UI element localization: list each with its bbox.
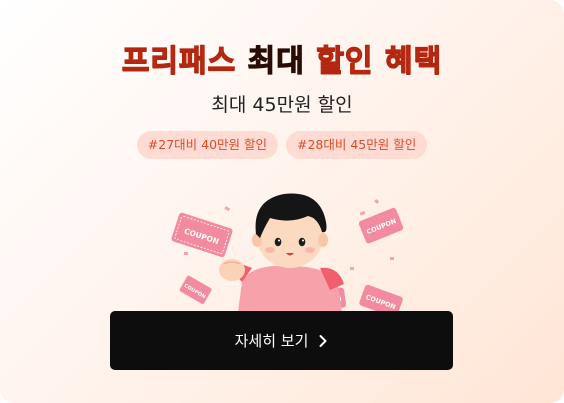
view-details-label: 자세히 보기 — [234, 332, 309, 350]
promo-card: 프리패스 최대 할인 혜택 최대 45만원 할인 #27대비 40만원 할인 #… — [0, 0, 564, 403]
headline-part-2: 최대 — [247, 43, 305, 79]
discount-chip-27: #27대비 40만원 할인 — [136, 131, 278, 159]
coupon-left-bottom: COUPON — [179, 275, 212, 304]
character-illustration: COUPON COUPON COUPON COUPON COUPON — [171, 193, 404, 312]
headline-part-4: 혜택 — [384, 43, 443, 79]
headline-part-1: 프리패스 — [121, 43, 237, 79]
promo-headline: 프리패스 최대 할인 혜택 — [0, 36, 564, 80]
chevron-right-icon — [318, 334, 328, 348]
character — [219, 193, 344, 312]
promo-subheadline: 최대 45만원 할인 — [211, 94, 353, 116]
headline-part-3: 할인 — [316, 43, 374, 79]
discount-chip-28: #28대비 45만원 할인 — [286, 131, 428, 159]
view-details-button[interactable]: 자세히 보기 — [110, 311, 453, 370]
discount-chips: #27대비 40만원 할인 #28대비 45만원 할인 — [0, 131, 564, 159]
coupon-right-bottom: COUPON — [359, 284, 403, 312]
coupon-left-top: COUPON — [171, 212, 233, 258]
